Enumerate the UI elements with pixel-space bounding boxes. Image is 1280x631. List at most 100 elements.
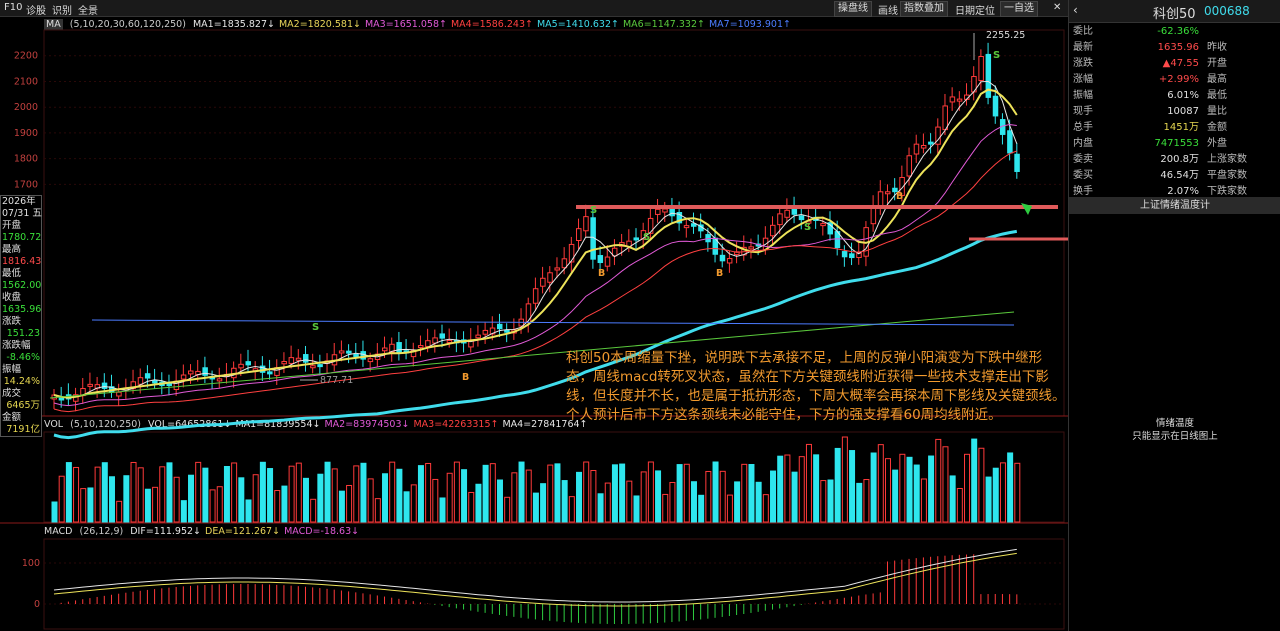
- volume-bar: [302, 477, 309, 523]
- volume-bar: [310, 498, 317, 523]
- volume-bar: [532, 492, 539, 523]
- volume-bar: [590, 469, 597, 523]
- volume-bar: [892, 469, 899, 523]
- volume-bar: [820, 480, 827, 523]
- candle-body: [949, 96, 956, 103]
- volume-bar: [978, 447, 985, 523]
- sell-signal-mark: S: [643, 232, 650, 243]
- quote-key2: 上涨家数: [1207, 154, 1247, 165]
- ma7-line: [91, 319, 1015, 326]
- volume-bar: [1014, 462, 1021, 523]
- volume-bar: [317, 473, 324, 523]
- candle-body: [367, 358, 374, 363]
- tooltip-item-16: 成交: [2, 388, 22, 399]
- volume-bar: [712, 461, 719, 523]
- quote-key: 涨跌: [1073, 58, 1093, 69]
- price-tick-label: 1700: [14, 179, 38, 190]
- price-tick-label: 2000: [14, 102, 38, 113]
- analysis-note: 科创50本周缩量下挫，说明跌下去承接不足，上周的反弹小阳演变为下跌中继形态，周线…: [566, 350, 1066, 423]
- volume-bar: [619, 463, 626, 523]
- volume-bar: [849, 450, 856, 523]
- kline-chart[interactable]: 2200 2100 2000 1900 1800 1700 100 0 2255.25 877.7…: [0, 0, 1068, 631]
- quote-key: 委买: [1073, 170, 1093, 181]
- candle-body: [992, 95, 999, 117]
- volume-bar: [899, 453, 906, 523]
- volume-bar: [324, 461, 331, 523]
- volume-bar: [748, 464, 755, 523]
- tooltip-item-12: 涨跌幅: [2, 340, 31, 351]
- volume-bar: [58, 475, 65, 523]
- volume-bar: [683, 463, 690, 523]
- candle-body: [597, 255, 604, 264]
- tooltip-item-14: 振幅: [2, 364, 22, 375]
- sell-signal-mark: S: [993, 50, 1000, 61]
- candle-body: [841, 251, 848, 258]
- candle-body: [144, 373, 151, 379]
- candle-body: [101, 382, 108, 389]
- candle-body: [382, 347, 388, 352]
- high-price-label: 2255.25: [986, 30, 1025, 41]
- volume-bar: [108, 476, 115, 523]
- volume-bar: [101, 462, 108, 523]
- sentiment-label: 情绪温度: [1155, 418, 1194, 429]
- quote-row-4: 振幅 6.01% 最低: [1069, 88, 1280, 104]
- price-tick-label: 2200: [14, 51, 38, 62]
- tooltip-item-18: 金额: [2, 412, 22, 423]
- volume-bar: [676, 464, 683, 523]
- back-chevron-icon[interactable]: ‹: [1073, 3, 1078, 17]
- buy-signal-mark: B: [462, 372, 469, 383]
- volume-bar: [216, 486, 223, 523]
- candle-body: [338, 350, 345, 354]
- volume-bar: [913, 464, 920, 523]
- quote-key2: 最低: [1207, 90, 1227, 101]
- candle-body: [58, 397, 65, 401]
- volume-bar: [647, 461, 654, 523]
- volume-bar: [755, 481, 762, 523]
- quote-value: 200.8万: [1160, 154, 1199, 165]
- volume-bar: [583, 461, 590, 523]
- candle-body: [288, 357, 295, 364]
- volume-bar: [274, 490, 281, 523]
- sell-signal-mark: S: [312, 322, 319, 333]
- quote-row-0: 委比 -62.36%: [1069, 24, 1280, 40]
- volume-bar: [65, 462, 72, 523]
- volume-bar: [949, 475, 956, 523]
- volume-bar: [346, 484, 353, 523]
- volume-bar: [928, 455, 935, 523]
- volume-bar: [971, 438, 978, 523]
- candle-body: [439, 333, 445, 339]
- sentiment-note: 只能显示在日线图上: [1132, 431, 1218, 442]
- volume-bar: [784, 454, 791, 523]
- candle-body: [417, 345, 424, 349]
- candle-body: [152, 380, 158, 384]
- candle-body: [396, 342, 402, 353]
- macd-tick-label: 0: [34, 599, 40, 610]
- candle-body: [137, 377, 144, 385]
- tooltip-item-6: 最低: [2, 268, 22, 279]
- volume-bar: [432, 478, 439, 523]
- sell-signal-mark: S: [590, 205, 597, 216]
- volume-bar: [468, 491, 475, 523]
- candle-body: [540, 277, 546, 287]
- volume-bar: [798, 456, 805, 523]
- candle-body: [633, 237, 639, 241]
- candle-body: [87, 383, 93, 387]
- quote-key: 现手: [1073, 106, 1093, 117]
- volume-bar: [734, 481, 741, 523]
- volume-bar: [964, 453, 971, 523]
- candle-body: [777, 213, 783, 226]
- sentiment-title[interactable]: 上证情绪温度计: [1069, 197, 1280, 214]
- quote-key2: 平盘家数: [1207, 170, 1247, 181]
- volume-bar: [446, 472, 453, 523]
- volume-bar: [504, 496, 511, 523]
- volume-bar: [338, 490, 345, 523]
- candle-body: [504, 329, 510, 333]
- candle-body: [583, 216, 589, 232]
- tooltip-item-9: 1635.96: [2, 304, 42, 315]
- tooltip-item-17: 6465万: [6, 400, 40, 411]
- volume-bar: [863, 479, 870, 523]
- volume-bar: [152, 486, 159, 523]
- quote-key: 涨幅: [1073, 74, 1093, 85]
- quote-key: 总手: [1073, 122, 1093, 133]
- volume-bar: [877, 444, 884, 523]
